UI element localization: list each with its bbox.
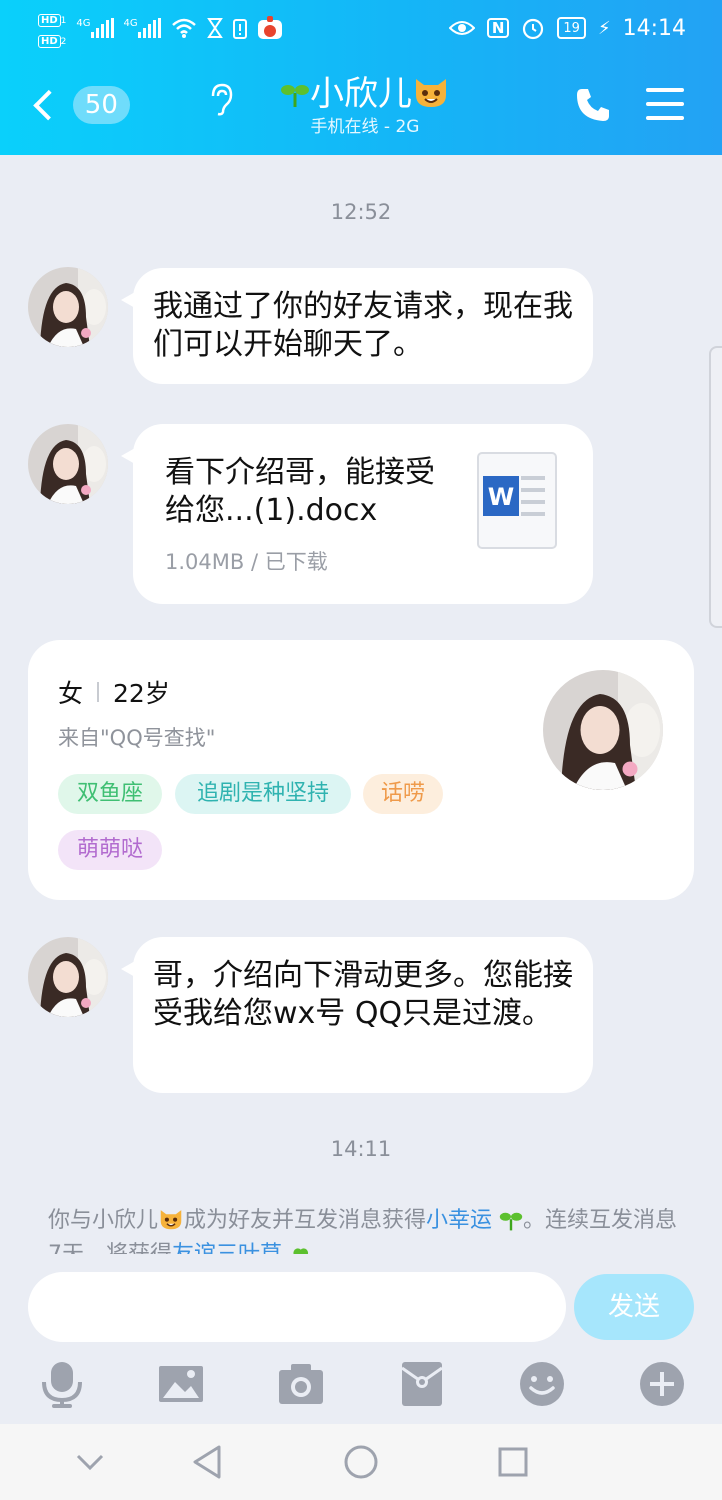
message-bubble[interactable]: 我通过了你的好友请求，现在我们可以开始聊天了。 <box>121 268 593 384</box>
red-packet-icon[interactable] <box>398 1360 446 1408</box>
nav-home-icon[interactable] <box>343 1444 379 1480</box>
alarm-icon <box>523 18 544 40</box>
hide-keyboard-icon[interactable] <box>74 1448 106 1476</box>
charging-icon: ⚡ <box>597 17 611 39</box>
menu-icon[interactable] <box>646 88 684 120</box>
status-bar-right: N 19 ⚡ 14:14 <box>448 10 686 46</box>
profile-basic-info: 女 22岁 <box>58 674 170 710</box>
word-document-icon: W <box>477 452 557 549</box>
hd1-sub: 1 <box>60 15 67 26</box>
profile-tag[interactable]: 追剧是种坚持 <box>175 774 351 814</box>
clock: 14:14 <box>622 15 686 41</box>
profile-card[interactable]: 女 22岁 来自"QQ号查找" 双鱼座 追剧是种坚持 话唠 萌萌哒 <box>28 640 694 900</box>
contact-avatar[interactable] <box>28 937 108 1017</box>
cat-emoji-icon <box>416 79 446 107</box>
word-icon-letter: W <box>488 483 514 511</box>
battery-level: 19 <box>563 20 580 36</box>
net2-label: 4G <box>123 18 138 29</box>
microphone-icon[interactable] <box>38 1360 86 1408</box>
plus-more-icon[interactable] <box>638 1360 686 1408</box>
net1-label: 4G <box>76 18 91 29</box>
camera-icon[interactable] <box>277 1360 325 1408</box>
phone-call-icon[interactable] <box>574 86 612 124</box>
contact-avatar[interactable] <box>28 424 108 504</box>
avatar-image <box>28 267 108 347</box>
lucky-sprout-icon <box>281 85 309 107</box>
signal-icon <box>90 18 114 38</box>
contact-avatar[interactable] <box>28 267 108 347</box>
file-name: 看下介绍哥，能接受给您...(1).docx <box>165 455 435 528</box>
hd2-sub: 2 <box>60 36 67 47</box>
nav-back-icon[interactable] <box>190 1444 224 1480</box>
message-text: 我通过了你的好友请求，现在我们可以开始聊天了。 <box>153 289 573 362</box>
profile-age: 22岁 <box>113 679 170 708</box>
cat-emoji-icon <box>160 1210 182 1230</box>
profile-tag[interactable]: 萌萌哒 <box>58 830 162 870</box>
battery-indicator: 19 <box>557 17 586 39</box>
scroll-handle[interactable] <box>709 346 722 628</box>
avatar-image <box>543 670 663 790</box>
lucky-link[interactable]: 小幸运 <box>426 1208 492 1233</box>
profile-tag-label: 双鱼座 <box>76 781 143 806</box>
profile-tag[interactable]: 双鱼座 <box>58 774 162 814</box>
image-icon[interactable] <box>157 1360 205 1408</box>
back-button[interactable]: 50 <box>30 82 130 128</box>
nfc-icon: N <box>486 18 510 38</box>
profile-tag[interactable]: 话唠 <box>363 774 443 814</box>
eye-comfort-icon <box>448 21 475 35</box>
system-notice-prefix: 你与小欣儿 <box>48 1208 159 1233</box>
hourglass-icon <box>206 18 223 38</box>
system-notice: 你与小欣儿成为好友并互发消息获得小幸运 。连续互发消息7天，将获得友谊三叶草 <box>48 1204 688 1254</box>
send-button[interactable]: 发送 <box>574 1274 694 1340</box>
clover-link[interactable]: 友谊三叶草 <box>172 1242 282 1254</box>
profile-tag-label: 话唠 <box>380 781 425 806</box>
contact-name-row: 小欣儿 <box>200 72 530 116</box>
message-input[interactable] <box>28 1272 566 1342</box>
contact-title[interactable]: 小欣儿 手机在线 - 2G <box>200 72 530 138</box>
profile-source: 来自"QQ号查找" <box>58 726 216 750</box>
unread-count-badge: 50 <box>72 86 130 124</box>
message-text: 哥，介绍向下滑动更多。您能接受我给您wx号 QQ只是过渡。 <box>153 958 573 1031</box>
hd2-label: HD <box>38 34 61 48</box>
nav-recents-icon[interactable] <box>497 1446 529 1478</box>
chat-header: HD 1 HD 2 4G 4G N 19 ⚡ 14:14 50 小欣儿 手机在线 -… <box>0 0 722 155</box>
back-arrow-icon <box>33 89 64 121</box>
app-notification-icon <box>257 16 282 39</box>
system-nav-bar <box>0 1424 722 1500</box>
message-bubble[interactable]: 哥，介绍向下滑动更多。您能接受我给您wx号 QQ只是过渡。 <box>121 937 593 1093</box>
alert-icon <box>232 19 247 39</box>
profile-avatar[interactable] <box>543 670 663 790</box>
hd-indicators: HD 1 HD 2 <box>38 9 66 48</box>
contact-name: 小欣儿 <box>310 74 412 114</box>
file-meta: 1.04MB / 已下载 <box>165 550 328 574</box>
clover-icon <box>293 1248 309 1254</box>
signal-2: 4G <box>124 18 161 38</box>
hd1-label: HD <box>38 13 61 27</box>
profile-tag-label: 萌萌哒 <box>76 837 143 862</box>
signal-1: 4G <box>76 18 114 38</box>
signal-icon <box>137 18 161 38</box>
lucky-sprout-icon <box>499 1212 523 1231</box>
avatar-image <box>28 937 108 1017</box>
emoji-icon[interactable] <box>518 1360 566 1408</box>
avatar-image <box>28 424 108 504</box>
file-message-bubble[interactable]: 看下介绍哥，能接受给您...(1).docx 1.04MB / 已下载 W <box>121 424 593 604</box>
profile-tag-label: 追剧是种坚持 <box>196 781 329 806</box>
divider <box>97 682 100 702</box>
system-notice-middle: 成为好友并互发消息获得 <box>184 1208 427 1233</box>
wifi-icon <box>171 18 196 38</box>
status-bar-left: HD 1 HD 2 4G 4G <box>38 9 283 48</box>
contact-status: 手机在线 - 2G <box>310 117 420 137</box>
timestamp: 14:11 <box>330 1137 392 1161</box>
timestamp: 12:52 <box>330 200 392 224</box>
profile-gender: 女 <box>58 679 84 708</box>
